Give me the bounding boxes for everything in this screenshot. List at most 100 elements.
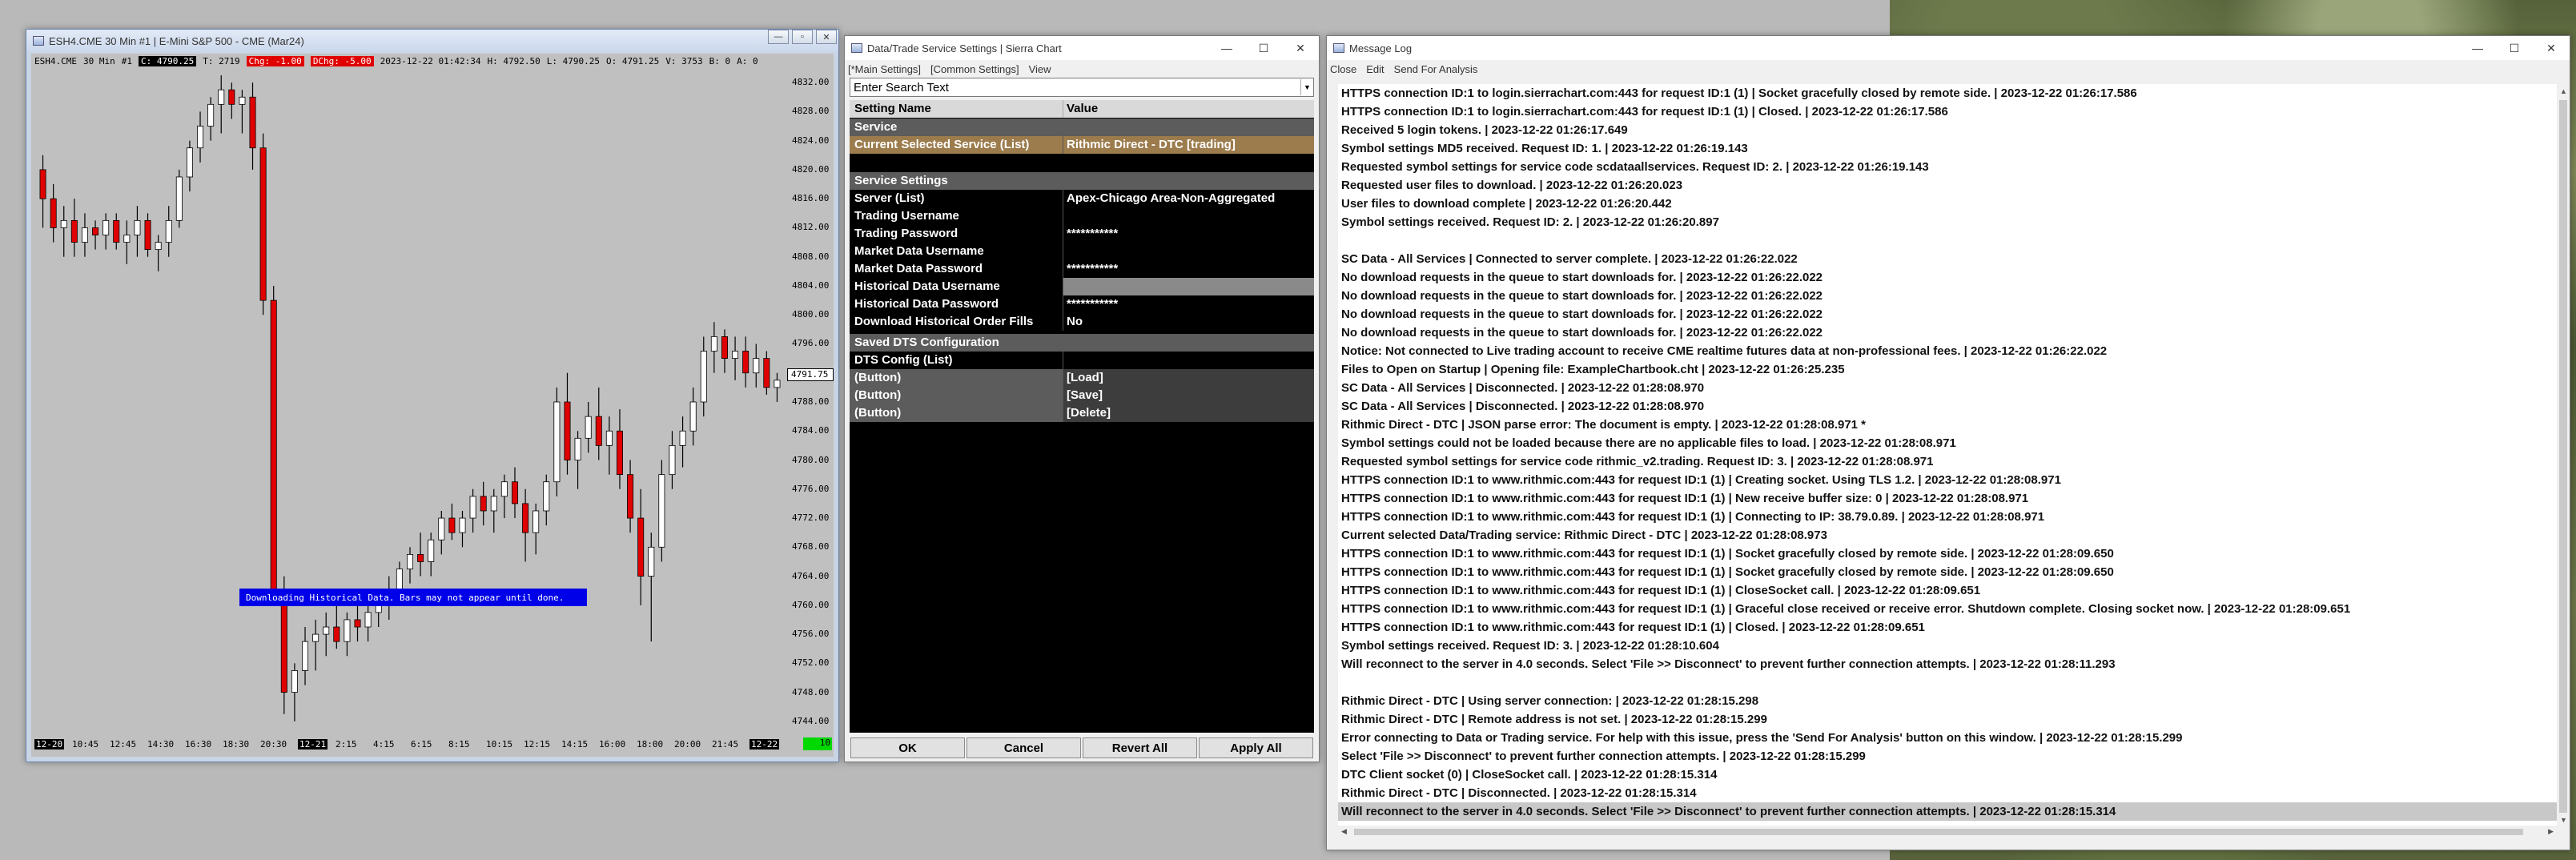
dts-settings-window[interactable]: Data/Trade Service Settings | Sierra Cha… <box>844 35 1320 762</box>
log-titlebar[interactable]: Message Log — ☐ ✕ <box>1327 36 2570 60</box>
minimize-button[interactable]: — <box>2459 36 2496 60</box>
chart-titlebar[interactable]: ESH4.CME 30 Min #1 | E-Mini S&P 500 - CM… <box>26 30 838 52</box>
log-line: No download requests in the queue to sta… <box>1341 326 1823 340</box>
setting-row[interactable]: Market Data Username <box>850 243 1314 260</box>
action-button[interactable]: [Load] <box>1063 369 1314 387</box>
log-line: Current selected Data/Trading service: R… <box>1341 528 1827 542</box>
horizontal-scrollbar[interactable]: ◀ ▶ <box>1338 826 2557 838</box>
price-axis: 4832.00 4828.00 4824.00 4820.00 4816.00 4812.… <box>787 68 834 779</box>
header-trades: T: 2719 <box>203 55 240 66</box>
setting-value[interactable]: Apex-Chicago Area-Non-Aggregated <box>1063 190 1314 207</box>
dts-titlebar[interactable]: Data/Trade Service Settings | Sierra Cha… <box>845 36 1319 60</box>
maximize-button[interactable]: ☐ <box>1245 36 1282 60</box>
settings-grid[interactable]: Setting Name Value Service Current Selec… <box>850 100 1314 733</box>
candle <box>532 503 540 555</box>
close-button[interactable]: ✕ <box>816 30 837 44</box>
search-input[interactable]: Enter Search Text ▼ <box>850 78 1314 97</box>
maximize-button[interactable]: ▫ <box>792 30 813 44</box>
setting-value[interactable] <box>1063 207 1314 225</box>
header-daily-change: DChg: -5.00 <box>310 55 374 66</box>
time-tick: 12-20 <box>34 739 65 749</box>
revert-all-button[interactable]: Revert All <box>1083 737 1197 758</box>
candle <box>500 474 508 519</box>
menu-view[interactable]: View <box>1029 63 1051 75</box>
chart-area[interactable]: ESH4.CME 30 Min #1 C: 4790.25 T: 2719 Ch… <box>31 54 834 757</box>
setting-value[interactable]: *********** <box>1063 225 1314 243</box>
log-text-area[interactable]: HTTPS connection ID:1 to login.sierracha… <box>1338 84 2557 826</box>
action-row[interactable]: (Button) [Save] <box>850 387 1314 404</box>
time-tick: 12:15 <box>524 739 551 749</box>
close-button[interactable]: ✕ <box>2533 36 2570 60</box>
menu-common-settings[interactable]: [Common Settings] <box>930 63 1019 75</box>
candle <box>710 322 717 373</box>
chevron-down-icon[interactable]: ▼ <box>1300 79 1313 95</box>
scroll-down-icon[interactable]: ▼ <box>2560 816 2567 824</box>
menu-main-settings[interactable]: [*Main Settings] <box>848 63 921 75</box>
scroll-right-icon[interactable]: ▶ <box>2548 827 2554 836</box>
setting-name: Market Data Password <box>854 262 983 275</box>
action-row[interactable]: (Button) [Load] <box>850 369 1314 387</box>
candle <box>774 372 781 402</box>
setting-value[interactable] <box>1063 278 1314 295</box>
minimize-button[interactable]: — <box>768 30 789 44</box>
candle <box>165 206 172 257</box>
setting-value[interactable] <box>1063 352 1314 369</box>
candle <box>249 82 256 170</box>
section-label: Service Settings <box>854 174 948 187</box>
dts-footer: OK Cancel Revert All Apply All <box>850 737 1314 758</box>
ok-button[interactable]: OK <box>850 737 965 758</box>
setting-row-current-service[interactable]: Current Selected Service (List) Rithmic … <box>850 136 1314 154</box>
chart-window[interactable]: ESH4.CME 30 Min #1 | E-Mini S&P 500 - CM… <box>26 29 839 762</box>
setting-row[interactable]: Download Historical Order Fills No <box>850 313 1314 331</box>
setting-row[interactable]: Historical Data Username <box>850 278 1314 295</box>
menu-edit[interactable]: Edit <box>1366 63 1384 75</box>
candle <box>480 481 487 526</box>
scroll-thumb[interactable] <box>2559 100 2567 813</box>
action-type: (Button) <box>850 387 1063 404</box>
header-high: H: 4792.50 <box>487 55 541 66</box>
cancel-button[interactable]: Cancel <box>967 737 1081 758</box>
time-tick: 16:30 <box>185 739 212 749</box>
corner-status-badge: 10 <box>803 737 832 750</box>
section-label: Saved DTS Configuration <box>854 336 999 349</box>
close-button[interactable]: ✕ <box>1282 36 1319 60</box>
setting-value[interactable]: *********** <box>1063 260 1314 278</box>
scroll-thumb[interactable] <box>1354 829 2523 835</box>
setting-value[interactable]: Rithmic Direct - DTC [trading] <box>1063 136 1314 154</box>
setting-value[interactable] <box>1063 243 1314 260</box>
setting-row[interactable]: Trading Password *********** <box>850 225 1314 243</box>
candle <box>102 213 110 250</box>
vertical-scrollbar[interactable]: ▲ ▼ <box>2557 84 2570 826</box>
action-button[interactable]: [Delete] <box>1063 404 1314 422</box>
maximize-button[interactable]: ☐ <box>2496 36 2533 60</box>
log-window-title: Message Log <box>1349 42 1413 54</box>
message-log-window[interactable]: Message Log — ☐ ✕ Close Edit Send For An… <box>1326 35 2570 850</box>
setting-row[interactable]: Historical Data Password *********** <box>850 295 1314 313</box>
scroll-up-icon[interactable]: ▲ <box>2560 87 2567 95</box>
setting-row[interactable]: Server (List) Apex-Chicago Area-Non-Aggre… <box>850 190 1314 207</box>
log-line: HTTPS connection ID:1 to www.rithmic.com… <box>1341 621 1925 634</box>
apply-all-button[interactable]: Apply All <box>1199 737 1313 758</box>
dts-window-title: Data/Trade Service Settings | Sierra Cha… <box>867 42 1062 54</box>
log-line: HTTPS connection ID:1 to www.rithmic.com… <box>1341 602 2351 616</box>
action-row[interactable]: (Button) [Delete] <box>850 404 1314 422</box>
log-line: Select 'File >> Disconnect' to prevent f… <box>1341 749 1866 763</box>
log-line: Will reconnect to the server in 4.0 seco… <box>1341 657 2116 671</box>
setting-row-dts-config[interactable]: DTS Config (List) <box>850 352 1314 369</box>
candle <box>595 387 602 460</box>
setting-row[interactable]: Trading Username <box>850 207 1314 225</box>
log-line: No download requests in the queue to sta… <box>1341 307 1823 321</box>
minimize-button[interactable]: — <box>1208 36 1245 60</box>
scroll-left-icon[interactable]: ◀ <box>1341 827 1347 836</box>
grid-header: Setting Name Value <box>850 100 1314 118</box>
setting-row[interactable]: Market Data Password *********** <box>850 260 1314 278</box>
setting-value[interactable]: *********** <box>1063 295 1314 313</box>
action-button[interactable]: [Save] <box>1063 387 1314 404</box>
setting-value[interactable]: No <box>1063 313 1314 331</box>
candlestick-chart[interactable] <box>31 68 787 736</box>
log-line: No download requests in the queue to sta… <box>1341 271 1823 284</box>
menu-close[interactable]: Close <box>1330 63 1356 75</box>
menu-send-for-analysis[interactable]: Send For Analysis <box>1394 63 1478 75</box>
candle <box>721 329 728 373</box>
log-line: SC Data - All Services | Disconnected. |… <box>1341 381 1705 395</box>
